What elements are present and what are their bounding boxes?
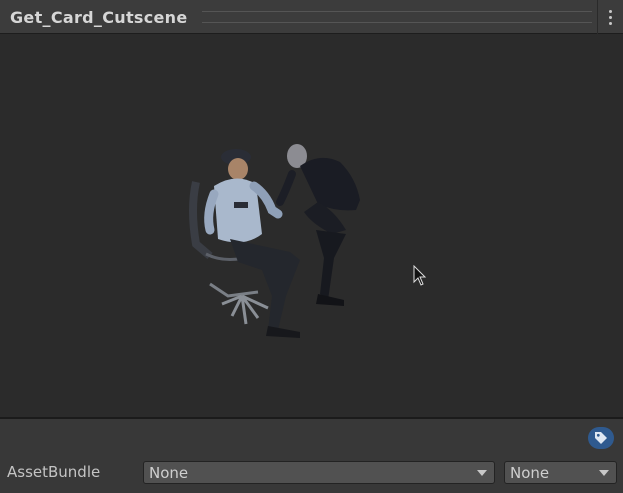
assetbundle-variant-value: None bbox=[510, 464, 550, 482]
inspector-header: Get_Card_Cutscene bbox=[0, 0, 623, 34]
chevron-down-icon bbox=[599, 470, 609, 476]
model-preview-viewport[interactable] bbox=[0, 34, 623, 417]
characters-preview-image bbox=[189, 144, 360, 338]
header-drag-lines bbox=[202, 11, 592, 23]
chevron-down-icon bbox=[477, 470, 487, 476]
assetbundle-name-value: None bbox=[149, 464, 189, 482]
assetbundle-label: AssetBundle bbox=[7, 463, 101, 481]
leaning-character bbox=[276, 144, 360, 306]
tag-icon[interactable] bbox=[588, 427, 614, 449]
asset-title: Get_Card_Cutscene bbox=[10, 8, 188, 27]
assetbundle-variant-dropdown[interactable]: None bbox=[504, 461, 617, 484]
arrow-cursor-icon bbox=[413, 265, 427, 286]
seated-guard-character bbox=[204, 149, 300, 338]
kebab-menu-icon[interactable] bbox=[597, 0, 623, 34]
asset-labels-footer: AssetBundle None None bbox=[0, 419, 623, 493]
assetbundle-name-dropdown[interactable]: None bbox=[143, 461, 495, 484]
